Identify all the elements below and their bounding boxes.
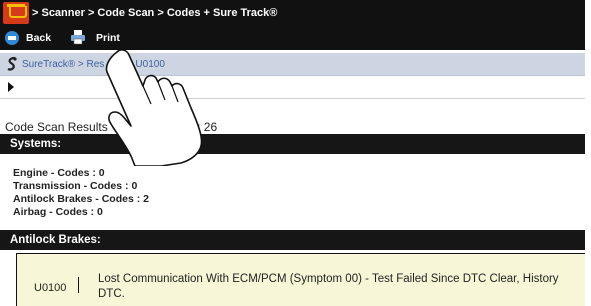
margin [585,0,591,306]
antilock-brakes-header: Antilock Brakes: [0,230,585,250]
system-antilock-brakes: Antilock Brakes - Codes : 2 [13,193,149,205]
antilock-heading: Antilock Brakes: [10,234,101,246]
systems-list: Engine - Codes : 0 Transmission - Codes … [13,167,149,219]
dtc-description: Lost Communication With ECM/PCM (Symptom… [98,273,559,300]
systems-header: Systems: [0,134,585,154]
systems-heading: Systems: [10,138,62,150]
back-button[interactable]: Back [26,32,51,44]
scanner-screen: > Scanner > Code Scan > Codes + Sure Tra… [0,0,585,306]
dtc-code: U0100 [34,282,67,294]
expand-arrow-icon[interactable] [8,82,14,92]
printer-icon[interactable] [70,29,86,45]
breadcrumb-codes-sure-track: > Codes + Sure Track® [157,7,278,19]
print-button[interactable]: Print [96,32,120,44]
results-label: Code Scan Results [5,120,108,134]
breadcrumb-code-scan[interactable]: > Code Scan [88,7,154,19]
results-count: detected : 26 [147,120,218,134]
dtc-separator [78,277,79,293]
suretrack-icon [7,56,17,71]
suretrack-breadcrumb[interactable]: SureTrack® > Res for U0100 [22,59,165,70]
system-engine: Engine - Codes : 0 [13,167,105,179]
title-bar: > Scanner > Code Scan > Codes + Sure Tra… [0,0,585,27]
code-scan-results: Code Scan Results detected : 26 [5,120,217,134]
system-airbag: Airbag - Codes : 0 [13,206,103,218]
expand-row [0,76,585,99]
suretrack-nav-bar: SureTrack® > Res for U0100 [0,53,585,76]
breadcrumb: > Scanner > Code Scan > Codes + Sure Tra… [32,7,277,19]
system-transmission: Transmission - Codes : 0 [13,180,138,192]
breadcrumb-scanner[interactable]: > Scanner [32,7,85,19]
toolbar: Back Print [0,27,585,50]
home-icon[interactable] [3,2,29,24]
back-icon[interactable] [5,31,19,45]
